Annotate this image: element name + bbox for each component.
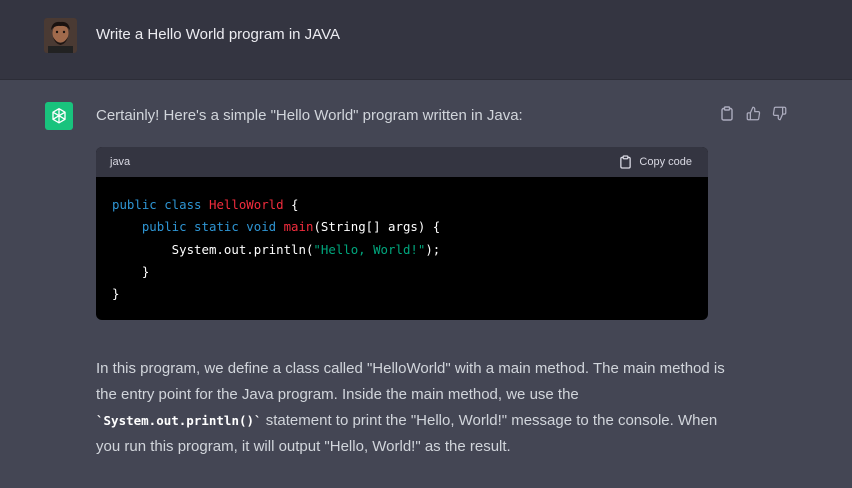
inline-code: `System.out.println()` xyxy=(96,413,262,428)
chatgpt-logo-icon xyxy=(45,102,73,130)
code-block-header: java Copy code xyxy=(96,147,708,177)
code-line: System.out.println("Hello, World!"); xyxy=(112,239,692,261)
explanation-text-1: In this program, we define a class calle… xyxy=(96,360,725,403)
copy-code-label: Copy code xyxy=(639,156,692,168)
code-block: java Copy code public class HelloWorld {… xyxy=(96,147,708,320)
code-token: HelloWorld xyxy=(208,197,284,212)
code-token: } xyxy=(112,263,150,279)
code-line: public class HelloWorld { xyxy=(112,194,692,216)
code-line: } xyxy=(112,283,692,305)
code-line: } xyxy=(112,261,692,283)
code-line: public static void main(String[] args) { xyxy=(112,216,692,238)
code-token: main xyxy=(283,219,314,235)
message-actions xyxy=(719,105,787,121)
clipboard-icon xyxy=(620,155,632,169)
copy-code-button[interactable]: Copy code xyxy=(619,155,692,169)
code-token: ); xyxy=(425,241,441,257)
assistant-message-row: Certainly! Here's a simple "Hello World"… xyxy=(0,80,852,488)
user-message-text: Write a Hello World program in JAVA xyxy=(96,26,340,43)
assistant-intro-text: Certainly! Here's a simple "Hello World"… xyxy=(96,107,523,124)
thumbs-down-icon[interactable] xyxy=(771,105,787,121)
code-token: "Hello, World!" xyxy=(313,241,426,257)
code-token: } xyxy=(112,286,120,302)
user-avatar xyxy=(44,18,77,53)
clipboard-icon[interactable] xyxy=(719,105,735,121)
code-token: { xyxy=(283,197,299,212)
assistant-explanation: In this program, we define a class calle… xyxy=(96,356,736,460)
user-message-row: Write a Hello World program in JAVA xyxy=(0,0,852,80)
code-token: (String[] args) { xyxy=(313,219,441,235)
code-token: System.out.println( xyxy=(112,241,314,257)
code-token: public class xyxy=(112,197,209,212)
code-token: public static void xyxy=(141,219,284,235)
code-content: public class HelloWorld { public static … xyxy=(96,177,708,305)
thumbs-up-icon[interactable] xyxy=(745,105,761,121)
code-language-label: java xyxy=(110,156,131,168)
